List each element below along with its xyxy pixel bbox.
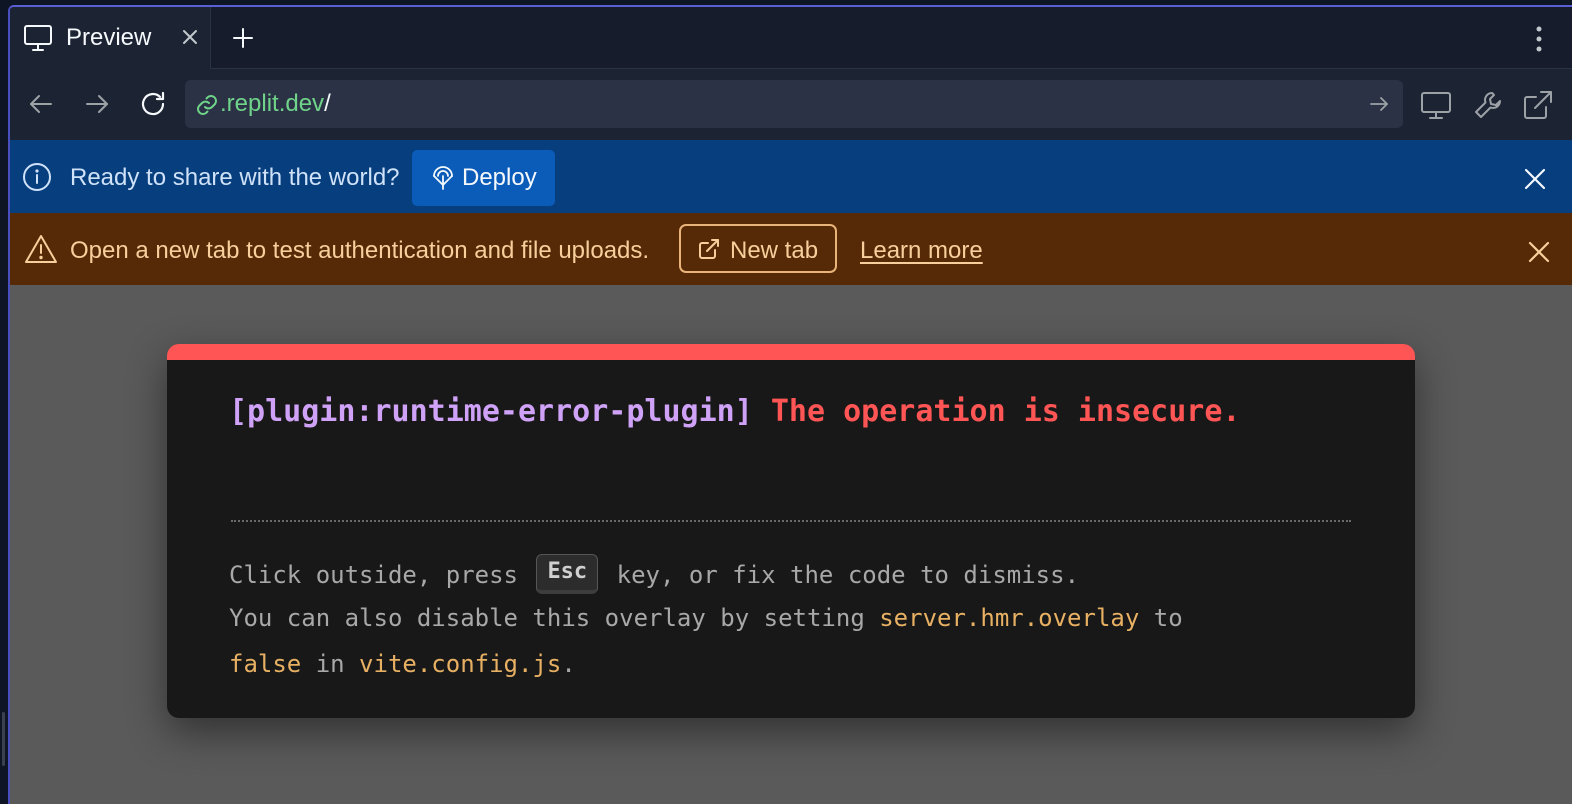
external-link-icon[interactable]: [1522, 89, 1554, 121]
close-icon[interactable]: [181, 28, 199, 46]
warning-icon: [25, 235, 57, 263]
link-icon: [197, 95, 217, 115]
reload-icon[interactable]: [138, 89, 168, 119]
esc-key: Esc: [536, 554, 599, 594]
tip1-after: key, or fix the code to dismiss.: [602, 561, 1080, 589]
divider: [231, 520, 1351, 522]
tab-preview[interactable]: Preview: [10, 7, 211, 69]
url-input[interactable]: .replit.dev/: [185, 80, 1403, 128]
tab-title: Preview: [66, 24, 152, 51]
back-arrow-icon[interactable]: [26, 89, 56, 119]
deploy-banner: Ready to share with the world? Deploy: [10, 140, 1572, 213]
tip1-before: Click outside, press: [229, 561, 533, 589]
url-text: .replit.dev/: [220, 90, 331, 118]
tip3-middle: in: [301, 650, 360, 678]
new-tab-button[interactable]: New tab: [679, 224, 837, 273]
tip3-code1: false: [229, 650, 302, 678]
deploy-icon: [433, 166, 453, 190]
error-overlay: [plugin:runtime-error-plugin] The operat…: [167, 344, 1415, 718]
resize-handle[interactable]: [2, 712, 5, 766]
tip2-after: to: [1139, 604, 1183, 632]
deploy-button[interactable]: Deploy: [412, 150, 555, 206]
error-heading: [plugin:runtime-error-plugin] The operat…: [229, 394, 1240, 429]
info-icon: [23, 163, 51, 191]
error-plugin-name: [plugin:runtime-error-plugin]: [229, 394, 753, 429]
warning-banner: Open a new tab to test authentication an…: [10, 213, 1572, 285]
address-bar-row: .replit.dev/: [10, 69, 1572, 140]
disable-tip-line2: false in vite.config.js.: [229, 650, 576, 678]
plus-icon[interactable]: [230, 25, 256, 51]
monitor-icon: [24, 25, 52, 51]
kebab-icon[interactable]: [1528, 24, 1550, 54]
warning-banner-message: Open a new tab to test authentication an…: [70, 237, 650, 264]
tip3-code2: vite.config.js: [359, 650, 562, 678]
devices-icon[interactable]: [1420, 89, 1452, 121]
deploy-banner-message: Ready to share with the world?: [70, 164, 400, 191]
preview-pane: Preview .replit.dev/ Ready to share with…: [8, 5, 1572, 804]
tip2-before: You can also disable this overlay by set…: [229, 604, 880, 632]
dismiss-tip: Click outside, press Esc key, or fix the…: [229, 554, 1080, 596]
tip3-after: .: [561, 650, 576, 678]
url-host: .replit.dev: [220, 90, 325, 117]
learn-more-link[interactable]: Learn more: [860, 237, 983, 265]
error-message: The operation is insecure.: [770, 394, 1241, 429]
new-tab-button-label: New tab: [730, 237, 819, 264]
close-icon[interactable]: [1522, 166, 1548, 192]
deploy-button-label: Deploy: [462, 164, 537, 191]
wrench-icon[interactable]: [1472, 89, 1504, 121]
disable-tip-line1: You can also disable this overlay by set…: [229, 604, 1183, 632]
preview-backdrop[interactable]: [plugin:runtime-error-plugin] The operat…: [10, 285, 1572, 804]
forward-arrow-icon[interactable]: [82, 89, 112, 119]
go-arrow-icon[interactable]: [1369, 94, 1389, 114]
tip2-code: server.hmr.overlay: [879, 604, 1140, 632]
url-path: /: [324, 90, 331, 117]
external-link-icon: [699, 239, 719, 259]
tab-bar: Preview: [10, 7, 1572, 69]
close-icon[interactable]: [1526, 239, 1552, 265]
